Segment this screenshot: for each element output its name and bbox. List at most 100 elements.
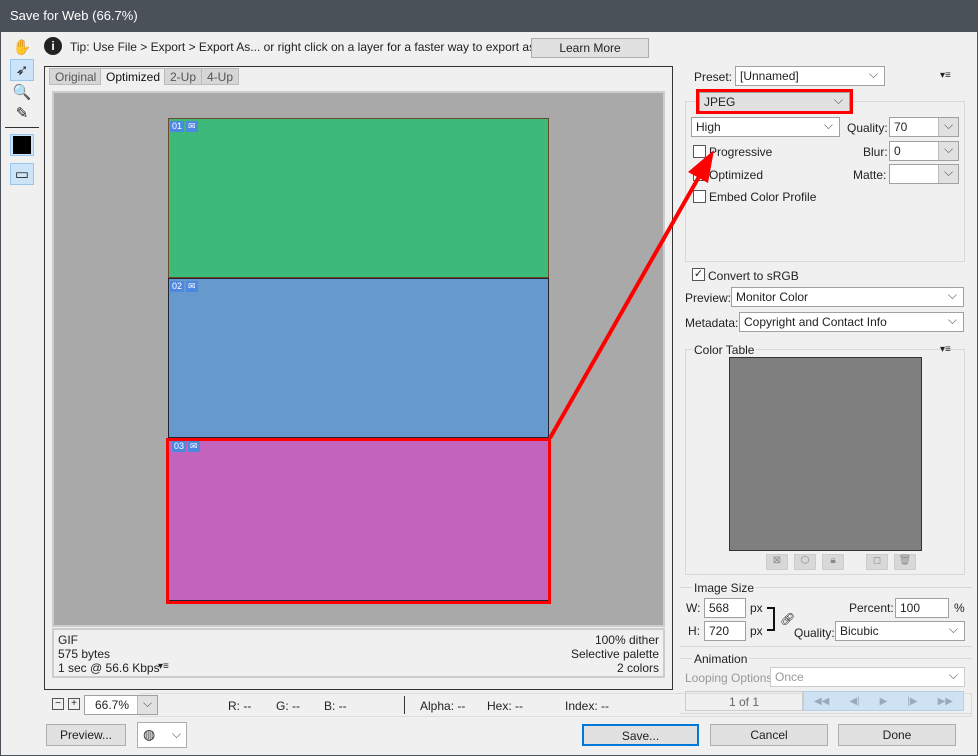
height-label: H: [688, 624, 700, 638]
preview-label: Preview: [685, 291, 732, 305]
quality-label: Quality: [847, 121, 888, 135]
tip-text: Tip: Use File > Export > Export As... or… [70, 40, 558, 54]
chevron-down-icon: ⌵ [172, 727, 182, 741]
zoom-tool-icon[interactable]: 🔍 [10, 81, 34, 103]
looping-label: Looping Options: [685, 671, 776, 685]
width-input[interactable]: 568 [704, 598, 746, 618]
next-frame-icon[interactable]: |▶ [907, 696, 917, 707]
previous-frame-icon[interactable]: ◀| [849, 696, 859, 707]
info-palette: Selective palette [570, 647, 659, 661]
first-frame-icon[interactable]: ◀◀ [814, 696, 829, 707]
height-input[interactable]: 720 [704, 621, 746, 641]
blur-input[interactable]: 0 ⌵ [889, 141, 959, 161]
zoom-out-button[interactable]: − [52, 698, 64, 710]
info-icon: i [44, 37, 62, 55]
highlight-box [166, 438, 551, 604]
readout-b: B: -- [324, 699, 347, 713]
slice-select-tool-icon[interactable]: ➶ [10, 59, 34, 81]
hand-tool-icon[interactable]: ✋ [10, 36, 34, 58]
trash-icon[interactable]: 🗑︎ [894, 554, 916, 570]
slice-02[interactable]: 02 ✉ [168, 278, 549, 438]
metadata-label: Metadata: [685, 316, 739, 330]
play-icon[interactable]: ▶ [880, 696, 888, 707]
info-colors: 2 colors [616, 661, 659, 675]
slice-01[interactable]: 01 ✉ [168, 118, 549, 278]
toggle-slices-icon[interactable]: ▭ [10, 163, 34, 185]
quality-level-select[interactable]: High [691, 117, 840, 137]
image-slice-icon: ✉ [186, 121, 198, 132]
animation-title: Animation [692, 652, 750, 666]
convert-srgb-checkbox[interactable]: ✓ [692, 268, 705, 281]
zoom-select[interactable]: 66.7% ⌵ [84, 695, 158, 715]
image-size-title: Image Size [692, 581, 757, 595]
browser-preview-select[interactable]: ◍ ⌵ [137, 722, 187, 748]
convert-srgb-label: Convert to sRGB [708, 269, 799, 283]
chevron-down-icon[interactable]: ⌵ [938, 142, 958, 160]
blur-label: Blur: [863, 145, 888, 159]
color-table-title: Color Table [692, 343, 757, 357]
info-format: GIF [58, 633, 78, 647]
cancel-button[interactable]: Cancel [710, 724, 828, 746]
title-bar: Save for Web (66.7%) [0, 0, 978, 32]
constrain-bracket [767, 607, 775, 631]
optimize-menu-icon[interactable]: ▾≡ [940, 70, 951, 81]
optimized-label: Optimized [709, 168, 764, 182]
resample-quality-select[interactable]: Bicubic [835, 621, 965, 641]
color-table [729, 357, 922, 551]
eyedropper-tool-icon[interactable]: ✎ [10, 102, 34, 124]
readout-g: G: -- [276, 699, 300, 713]
tab-2up[interactable]: 2-Up [164, 68, 203, 85]
width-label: W: [686, 601, 701, 615]
learn-more-button[interactable]: Learn More [531, 38, 649, 58]
optimized-checkbox[interactable]: ✓ [693, 168, 706, 181]
percent-label: Percent: [849, 601, 894, 615]
zoom-in-button[interactable]: + [68, 698, 80, 710]
progressive-checkbox[interactable] [693, 145, 706, 158]
chevron-down-icon: ⌵ [137, 696, 157, 714]
height-unit: px [750, 624, 763, 638]
transparency-icon[interactable]: ⊠ [766, 554, 788, 570]
readout-hex: Hex: -- [487, 699, 523, 713]
tab-4up[interactable]: 4-Up [201, 68, 240, 85]
preview-button[interactable]: Preview... [46, 724, 126, 746]
readout-alpha: Alpha: -- [420, 699, 466, 713]
format-highlight-box [696, 89, 853, 114]
info-download-time: 1 sec @ 56.6 Kbps [58, 661, 160, 675]
save-button[interactable]: Save... [582, 724, 699, 746]
last-frame-icon[interactable]: ▶▶ [938, 696, 953, 707]
info-dither: 100% dither [594, 633, 659, 647]
eyedropper-color-swatch[interactable] [10, 134, 34, 156]
resample-quality-label: Quality: [794, 626, 835, 640]
metadata-select[interactable]: Copyright and Contact Info [739, 312, 964, 332]
color-table-menu-icon[interactable]: ▾≡ [940, 344, 951, 355]
readout-r: R: -- [228, 699, 252, 713]
chevron-down-icon[interactable]: ⌵ [938, 165, 958, 183]
preset-select[interactable]: [Unnamed] [735, 66, 885, 86]
quality-input[interactable]: 70 ⌵ [889, 117, 959, 137]
done-button[interactable]: Done [838, 724, 956, 746]
looping-select[interactable]: Once [770, 667, 965, 687]
chevron-down-icon[interactable]: ⌵ [938, 118, 958, 136]
progressive-label: Progressive [709, 145, 773, 159]
matte-label: Matte: [853, 168, 887, 182]
tab-original[interactable]: Original [49, 68, 103, 85]
browser-icon: ◍ [143, 726, 156, 742]
preset-label: Preset: [694, 70, 733, 84]
embed-color-profile-checkbox[interactable] [693, 190, 706, 203]
percent-input[interactable]: 100 [895, 598, 949, 618]
matte-select[interactable]: ⌵ [889, 164, 959, 184]
tab-optimized[interactable]: Optimized [100, 68, 167, 85]
info-size: 575 bytes [58, 647, 111, 661]
lock-icon[interactable]: 🔒︎ [822, 554, 844, 570]
web-snap-icon[interactable]: ⬡ [794, 554, 816, 570]
preview-select[interactable]: Monitor Color [731, 287, 964, 307]
embed-color-profile-label: Embed Color Profile [709, 190, 817, 204]
frame-counter: 1 of 1 [685, 691, 803, 711]
image-slice-icon: ✉ [186, 281, 198, 292]
link-icon[interactable]: 🔗︎ [780, 612, 795, 626]
divider [5, 127, 39, 128]
download-rate-menu-icon[interactable]: ▾≡ [158, 661, 169, 672]
readout-index: Index: -- [565, 699, 610, 713]
new-color-icon[interactable]: ◻ [866, 554, 888, 570]
animation-controls: ◀◀ ◀| ▶ |▶ ▶▶ [803, 691, 964, 711]
